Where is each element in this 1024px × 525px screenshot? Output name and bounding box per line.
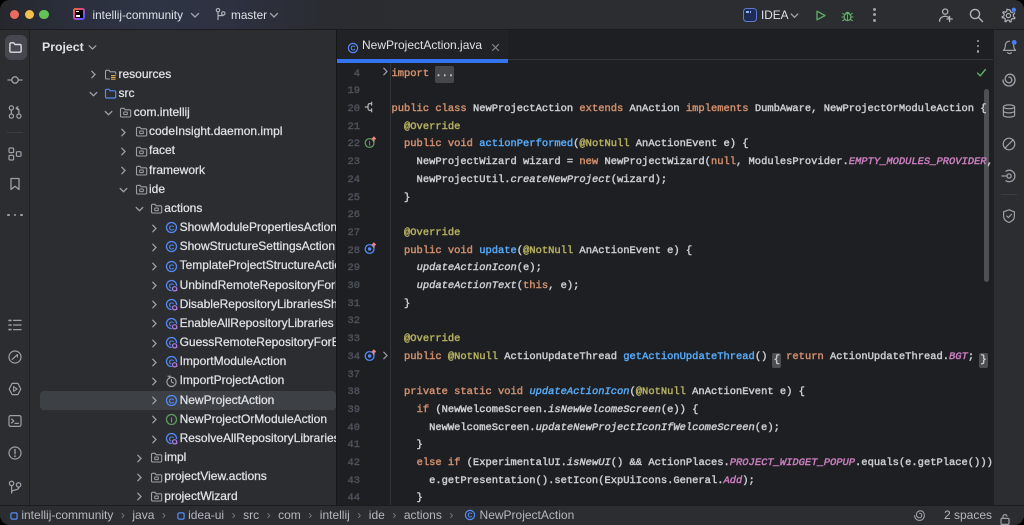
- svg-text:C: C: [468, 513, 473, 520]
- svg-text:I: I: [171, 415, 173, 424]
- svg-text:I: I: [369, 141, 371, 148]
- svg-text:C: C: [169, 396, 175, 405]
- svg-text:C: C: [169, 262, 175, 271]
- svg-text:C: C: [350, 45, 355, 52]
- svg-text:C: C: [169, 224, 175, 233]
- svg-text:C: C: [169, 243, 175, 252]
